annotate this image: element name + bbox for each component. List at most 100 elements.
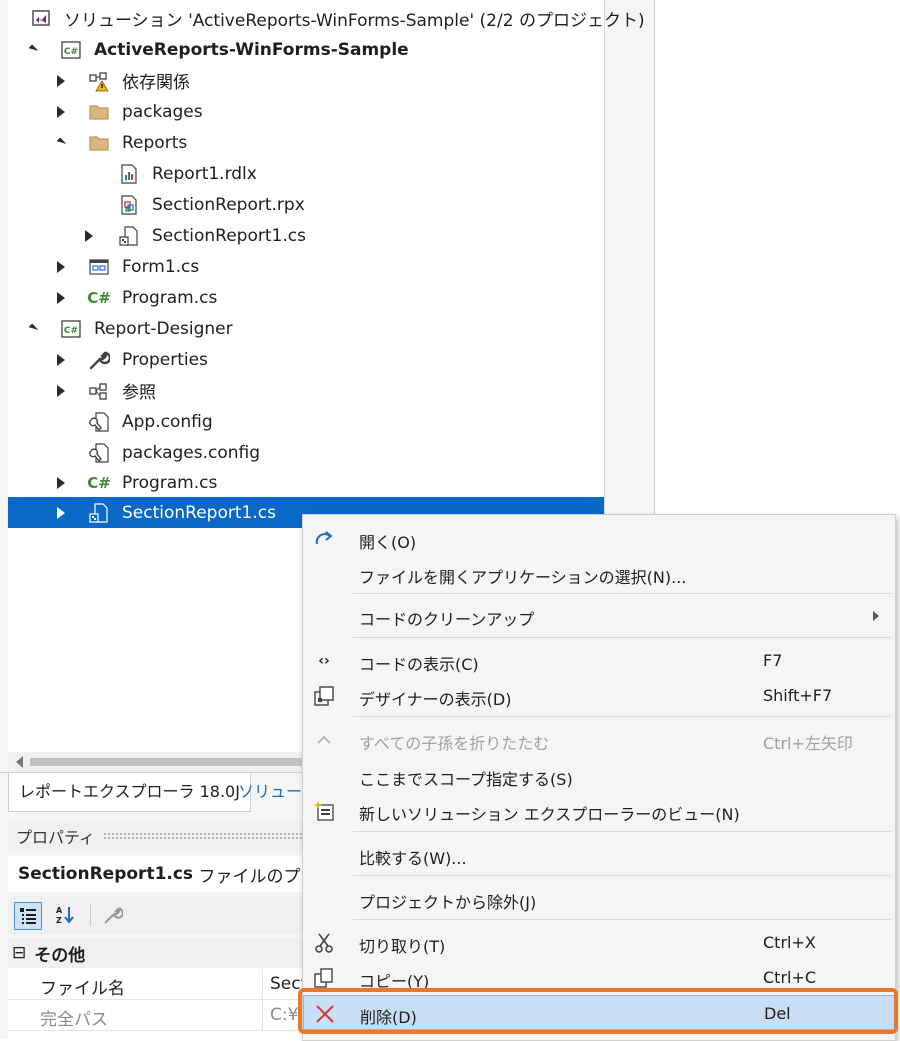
tree-item-report1-rdlx[interactable]: Report1.rdlx: [8, 158, 604, 189]
menu-item-shortcut: Shift+F7: [763, 686, 833, 705]
menu-separator: [353, 593, 891, 594]
toolbar-separator: [90, 904, 91, 926]
tree-item-program-cs-1[interactable]: C# Program.cs: [8, 282, 604, 313]
menu-separator: [353, 716, 891, 717]
vs-solution-icon: [30, 8, 52, 30]
tree-item-references[interactable]: 参照: [8, 375, 604, 406]
rpx-report-icon: [118, 194, 140, 216]
form-icon: [88, 256, 110, 278]
tree-item-label: Report1.rdlx: [152, 163, 257, 184]
tree-item-app-config[interactable]: App.config: [8, 406, 604, 437]
cs-file-icon: [118, 225, 140, 247]
column-divider: [262, 969, 263, 999]
tree-item-reports-folder[interactable]: Reports: [8, 127, 604, 158]
references-icon: [88, 380, 110, 402]
expanded-arrow-icon[interactable]: [54, 136, 68, 150]
collapse-icon: [311, 727, 337, 753]
menu-item-open-with[interactable]: ファイルを開くアプリケーションの選択(N)...: [303, 556, 895, 591]
menu-item-compare[interactable]: 比較する(W)...: [303, 837, 895, 872]
category-label: その他: [34, 945, 86, 966]
categorized-icon[interactable]: [14, 902, 42, 930]
menu-item-shortcut: Ctrl+C: [763, 968, 817, 987]
menu-item-shortcut: Ctrl+左矢印: [763, 734, 853, 753]
view-code-icon: ‹›: [318, 653, 330, 669]
menu-item-shortcut: Ctrl+X: [763, 933, 816, 952]
csharp-glyph: C#: [64, 326, 78, 336]
tree-item-solution[interactable]: ソリューション 'ActiveReports-WinForms-Sample' …: [8, 3, 645, 34]
collapsed-arrow-icon[interactable]: [54, 506, 68, 520]
tree-item-packages-config[interactable]: packages.config: [8, 437, 604, 468]
cs-file-icon: [88, 502, 110, 524]
menu-item-view-code[interactable]: ‹› コードの表示(C) F7: [303, 643, 895, 678]
collapsed-arrow-icon[interactable]: [54, 291, 68, 305]
collapsed-arrow-icon[interactable]: [54, 74, 68, 88]
wrench-icon: [88, 349, 110, 371]
tree-item-label: Properties: [122, 349, 208, 370]
expanded-arrow-icon[interactable]: [26, 322, 40, 336]
tree-item-program-cs-2[interactable]: C# Program.cs: [8, 467, 604, 498]
collapse-category-icon[interactable]: ⊟: [12, 943, 26, 963]
menu-item-cut[interactable]: 切り取り(T) Ctrl+X: [303, 925, 895, 960]
collapsed-arrow-icon[interactable]: [54, 384, 68, 398]
rdlx-report-icon: [118, 163, 140, 185]
menu-item-scope-to-this[interactable]: ここまでスコープ指定する(S): [303, 758, 895, 793]
menu-item-new-solution-view[interactable]: 新しいソリューション エクスプローラーのビュー(N): [303, 793, 895, 828]
menu-item-label: 新しいソリューション エクスプローラーのビュー(N): [359, 805, 740, 824]
alphabetical-sort-icon[interactable]: AZ: [52, 902, 78, 928]
collapsed-arrow-icon[interactable]: [82, 229, 96, 243]
column-divider: [262, 1000, 263, 1030]
tab-report-explorer[interactable]: レポートエクスプローラ 18.0J: [8, 773, 251, 812]
view-designer-icon: [311, 683, 337, 709]
menu-item-shortcut: F7: [763, 651, 783, 670]
property-value: C:¥: [270, 1005, 299, 1025]
tree-item-form1-cs[interactable]: Form1.cs: [8, 251, 604, 282]
menu-item-open[interactable]: 開く(O): [303, 521, 895, 556]
svg-text:Z: Z: [56, 916, 62, 925]
menu-item-label: すべての子孫を折りたたむ: [359, 734, 550, 753]
tree-item-packages[interactable]: packages: [8, 96, 604, 127]
csharp-project-icon: C#: [60, 318, 82, 340]
scroll-left-arrow-icon[interactable]: [16, 756, 23, 768]
collapsed-arrow-icon[interactable]: [54, 260, 68, 274]
tree-item-sectionreport-rpx[interactable]: SectionReport.rpx: [8, 189, 604, 220]
scrollbar-thumb[interactable]: [30, 758, 330, 766]
folder-icon: [88, 101, 110, 123]
menu-item-label: コードの表示(C): [359, 655, 479, 674]
tree-item-dependencies[interactable]: 依存関係: [8, 65, 604, 96]
tree-item-label: ActiveReports-WinForms-Sample: [94, 39, 409, 60]
menu-item-view-designer[interactable]: デザイナーの表示(D) Shift+F7: [303, 678, 895, 713]
tree-item-label: packages: [122, 101, 203, 122]
properties-title: プロパティ: [16, 828, 96, 847]
collapsed-arrow-icon[interactable]: [54, 476, 68, 490]
svg-text:A: A: [56, 906, 63, 915]
tree-item-project-report-designer[interactable]: C# Report-Designer: [8, 313, 604, 344]
csharp-glyph: C#: [87, 473, 111, 492]
menu-item-collapse-all[interactable]: すべての子孫を折りたたむ Ctrl+左矢印: [303, 722, 895, 757]
tree-item-label: packages.config: [122, 442, 261, 463]
tree-item-label: Program.cs: [122, 287, 218, 308]
expanded-arrow-icon[interactable]: [26, 43, 40, 57]
context-menu: 開く(O) ファイルを開くアプリケーションの選択(N)... コードのクリーンア…: [302, 514, 896, 1041]
menu-item-label: デザイナーの表示(D): [359, 690, 512, 709]
collapsed-arrow-icon[interactable]: [54, 105, 68, 119]
csharp-glyph: C#: [87, 288, 111, 307]
property-pages-wrench-icon[interactable]: [100, 902, 126, 928]
tree-item-label: 参照: [122, 383, 156, 403]
scissors-icon: [311, 930, 337, 956]
menu-item-exclude-from-project[interactable]: プロジェクトから除外(J): [303, 881, 895, 916]
folder-icon: [88, 132, 110, 154]
menu-item-code-cleanup[interactable]: コードのクリーンアップ: [303, 598, 895, 633]
tree-item-sectionreport1-cs-reports[interactable]: SectionReport1.cs: [8, 220, 604, 251]
menu-separator: [353, 919, 891, 920]
config-file-icon: [88, 411, 110, 433]
csharp-file-icon: C#: [87, 472, 111, 494]
menu-separator: [353, 875, 891, 876]
tree-item-properties[interactable]: Properties: [8, 344, 604, 375]
tree-item-project-activereports[interactable]: C# ActiveReports-WinForms-Sample: [8, 34, 604, 65]
menu-item-label: 切り取り(T): [359, 937, 446, 956]
menu-item-label: プロジェクトから除外(J): [359, 893, 537, 912]
csharp-glyph: C#: [64, 47, 78, 57]
tree-item-label: Program.cs: [122, 472, 218, 493]
delete-highlight-outline: [298, 988, 898, 1034]
collapsed-arrow-icon[interactable]: [54, 353, 68, 367]
